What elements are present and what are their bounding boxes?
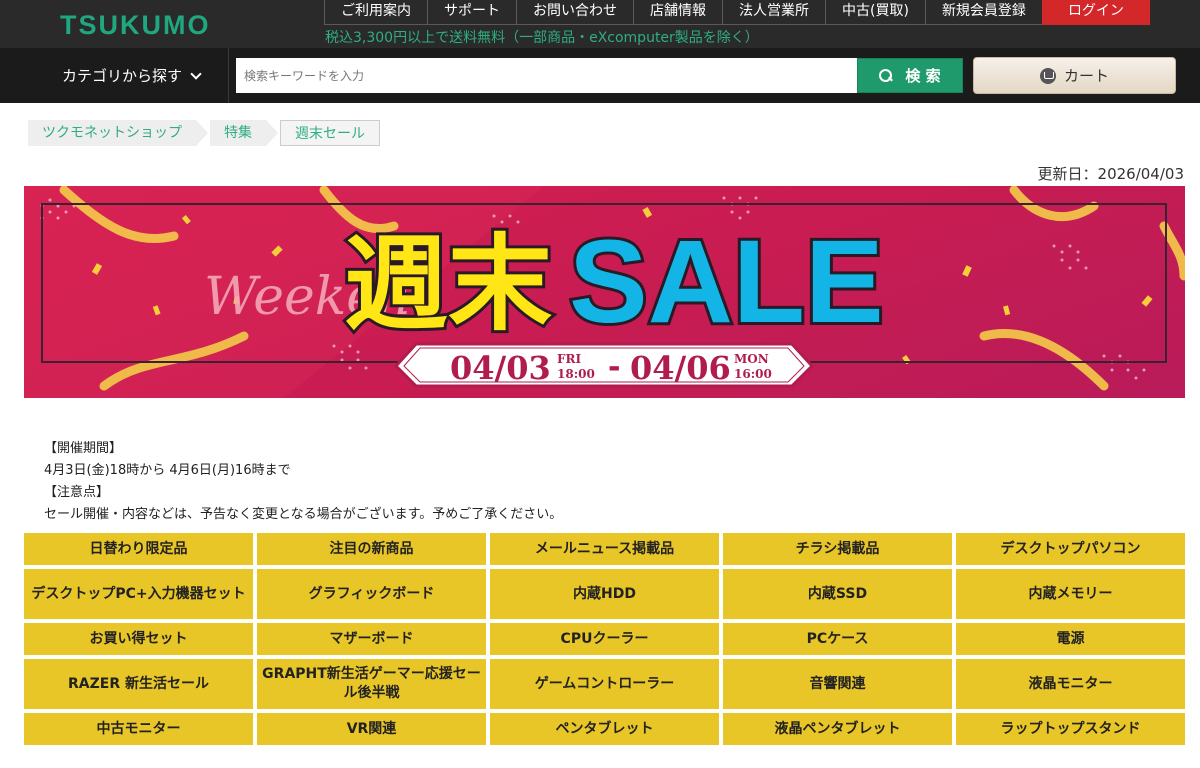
nav-corporate[interactable]: 法人営業所 [722,0,825,25]
category-link[interactable]: 音響関連 [723,659,952,709]
cart-icon [1039,67,1056,84]
category-link[interactable]: 内蔵HDD [490,569,719,619]
search-button[interactable]: 検 索 [857,58,963,93]
banner-end-day: MON [734,352,769,366]
category-link[interactable]: マザーボード [257,623,486,655]
category-link[interactable]: 日替わり限定品 [24,533,253,565]
banner-start-date: 04/03 [450,349,551,387]
cart-button[interactable]: カート [973,57,1176,94]
category-grid: 日替わり限定品 注目の新商品 メールニュース掲載品 チラシ掲載品 デスクトップパ… [24,533,1185,745]
notes-text: セール開催・内容などは、予告なく変更となる場合がございます。予めご了承ください。 [44,507,563,522]
banner-end-time: 16:00 [734,367,772,381]
category-link[interactable]: 液晶ペンタブレット [723,713,952,745]
breadcrumb: ツクモネットショップ 特集 週末セール [28,120,380,146]
category-link[interactable]: デスクトップPC+入力機器セット [24,569,253,619]
category-link[interactable]: GRAPHT新生活ゲーマー応援セール後半戦 [257,659,486,709]
updated-date: 更新日：2026/04/03 [1037,165,1184,183]
breadcrumb-current: 週末セール [280,120,380,146]
category-link[interactable]: ゲームコントローラー [490,659,719,709]
category-link[interactable]: 内蔵SSD [723,569,952,619]
nav-register[interactable]: 新規会員登録 [924,0,1042,25]
breadcrumb-feature[interactable]: 特集 [210,120,278,146]
category-link[interactable]: CPUクーラー [490,623,719,655]
category-label: カテゴリから探す [62,67,183,85]
banner-title-en: SALE [569,216,884,348]
category-link[interactable]: デスクトップパソコン [956,533,1185,565]
category-link[interactable]: 電源 [956,623,1185,655]
search-input[interactable] [236,58,858,93]
nav-used[interactable]: 中古(買取) [825,0,925,25]
category-link[interactable]: 液晶モニター [956,659,1185,709]
category-link[interactable]: お買い得セット [24,623,253,655]
weekend-sale-banner: Weekend 週末 SALE 04/03 FRI 18:00 - 04/06 … [24,186,1185,398]
banner-title-jp: 週末 [344,223,552,345]
search-icon [879,68,893,83]
sale-info: 【開催期間】 4月3日(金)18時から 4月6日(月)16時まで 【注意点】 セ… [44,438,562,526]
category-link[interactable]: RAZER 新生活セール [24,659,253,709]
notes-heading: 【注意点】 [44,485,110,500]
category-link[interactable]: PCケース [723,623,952,655]
period-text: 4月3日(金)18時から 4月6日(月)16時まで [44,463,291,478]
nav-support[interactable]: サポート [427,0,516,25]
login-button[interactable]: ログイン [1041,0,1150,25]
cart-label: カート [1063,67,1109,85]
category-dropdown[interactable]: カテゴリから探す [62,65,202,86]
nav-contact[interactable]: お問い合わせ [516,0,633,25]
category-link[interactable]: ラップトップスタンド [956,713,1185,745]
banner-end-date: 04/06 [630,349,731,387]
nav-guide[interactable]: ご利用案内 [324,0,427,25]
site-header: TSUKUMO ご利用案内 サポート お問い合わせ 店舗情報 法人営業所 中古(… [0,0,1200,48]
category-link[interactable]: 注目の新商品 [257,533,486,565]
banner-date-dash: - [608,350,620,385]
category-link[interactable]: チラシ掲載品 [723,533,952,565]
banner-graphic: Weekend 週末 SALE 04/03 FRI 18:00 - 04/06 … [24,186,1185,398]
search-button-label: 検 索 [905,67,941,85]
breadcrumb-home[interactable]: ツクモネットショップ [28,120,208,146]
category-link[interactable]: 中古モニター [24,713,253,745]
banner-start-day: FRI [557,352,581,366]
tsukumo-logo[interactable]: TSUKUMO [60,10,211,41]
category-link[interactable]: VR関連 [257,713,486,745]
top-navigation: ご利用案内 サポート お問い合わせ 店舗情報 法人営業所 中古(買取) 新規会員… [324,0,1150,25]
period-heading: 【開催期間】 [44,441,123,456]
category-link[interactable]: ペンタブレット [490,713,719,745]
free-shipping-notice: 税込3,300円以上で送料無料（一部商品・eXcomputer製品を除く） [325,30,759,46]
nav-stores[interactable]: 店舗情報 [633,0,722,25]
category-link[interactable]: メールニュース掲載品 [490,533,719,565]
chevron-down-icon [190,67,202,80]
banner-start-time: 18:00 [557,367,595,381]
category-link[interactable]: グラフィックボード [257,569,486,619]
divider [228,48,229,103]
category-link[interactable]: 内蔵メモリー [956,569,1185,619]
